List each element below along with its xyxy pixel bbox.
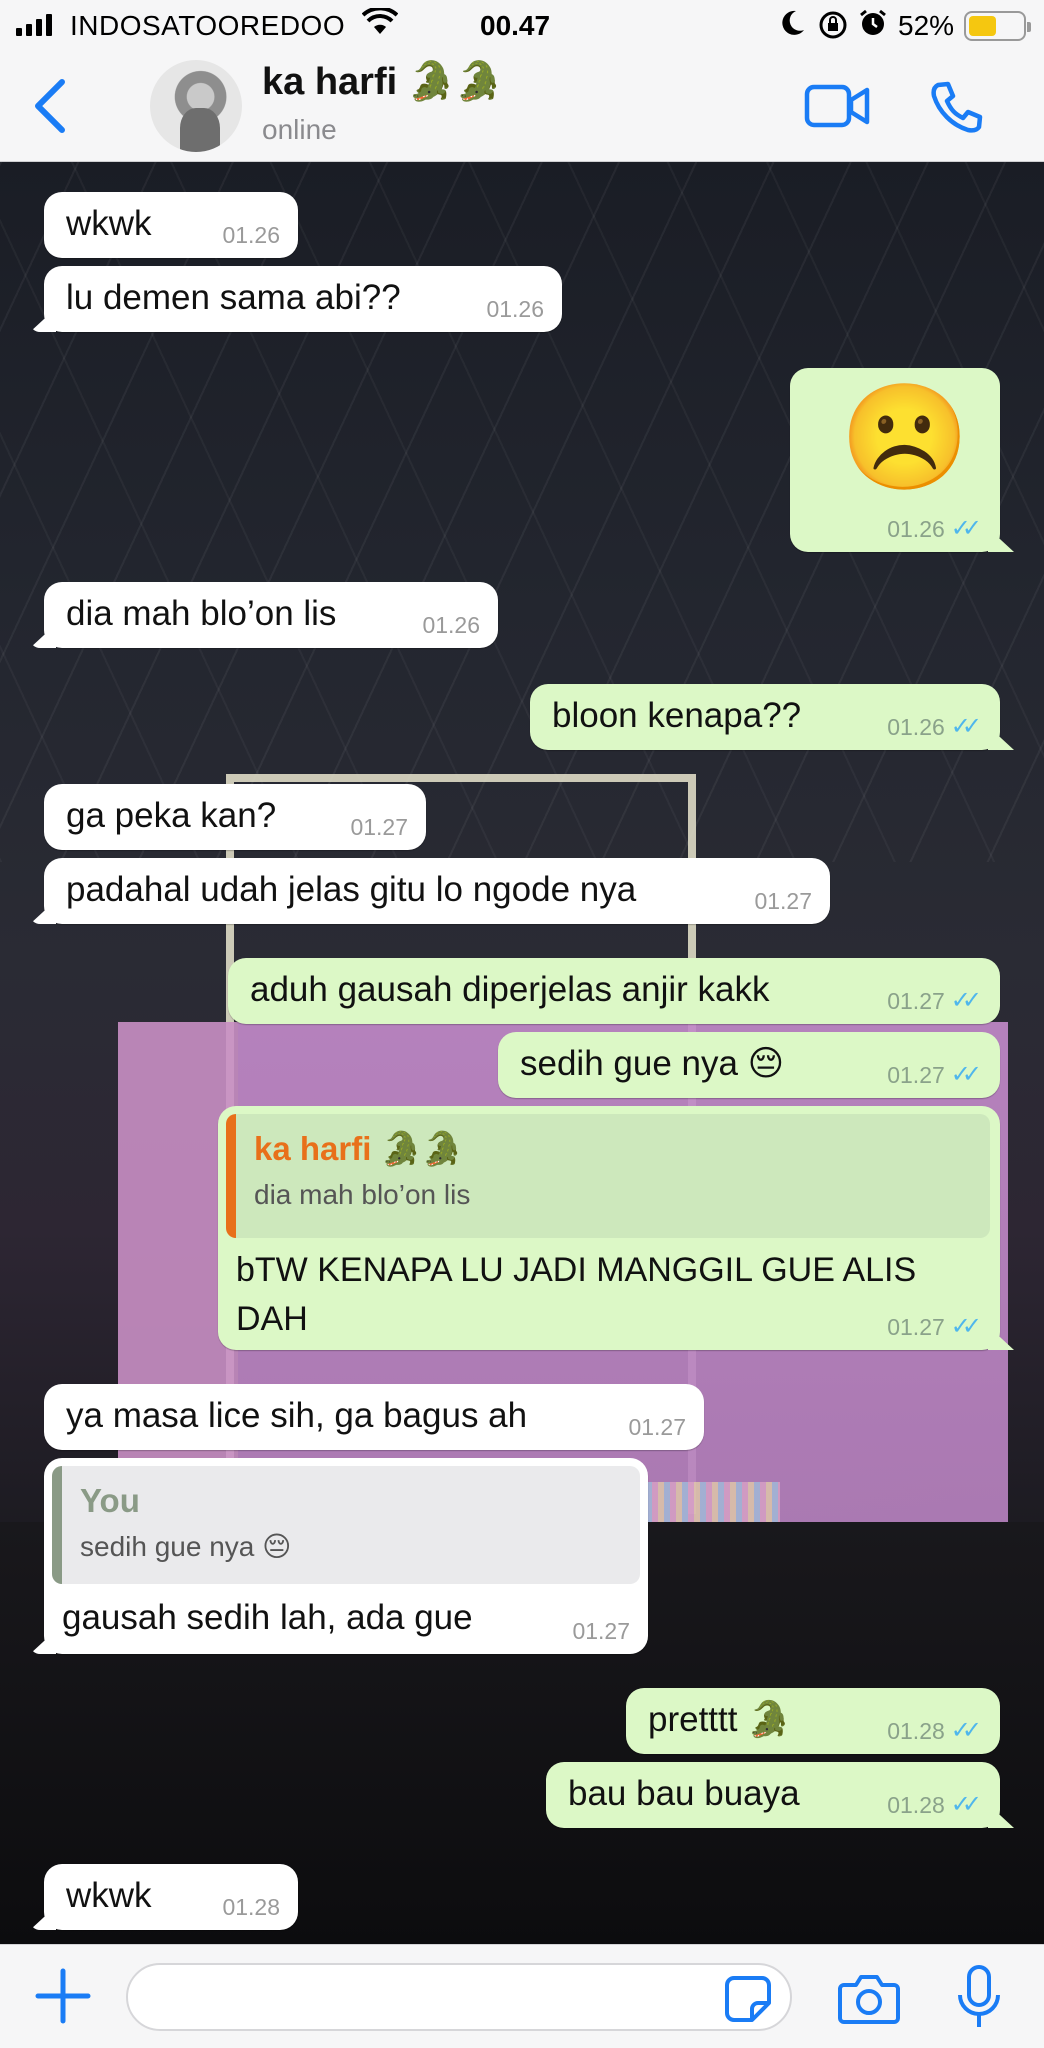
message-time: 01.28 — [222, 1894, 280, 1921]
message-time: 01.27 — [887, 987, 945, 1014]
message-meta: 01.27 ✓✓ — [887, 1060, 982, 1090]
message-time: 01.27 — [572, 1618, 630, 1645]
message-bubble-incoming-reply[interactable]: You sedih gue nya 😔 gausah sedih lah, ad… — [44, 1458, 648, 1654]
message-bubble-incoming[interactable]: wkwk 01.28 — [44, 1864, 298, 1930]
message-bubble-outgoing[interactable]: sedih gue nya 😔 01.27 ✓✓ — [498, 1032, 1000, 1098]
read-ticks-icon: ✓✓ — [950, 515, 982, 542]
message-bubble-incoming[interactable]: ga peka kan? 01.27 — [44, 784, 426, 850]
quote-bar — [52, 1466, 62, 1584]
back-button[interactable] — [28, 78, 72, 134]
message-time: 01.26 — [887, 515, 945, 542]
avatar[interactable] — [150, 60, 242, 152]
battery-percent: 52% — [898, 10, 955, 41]
sticker-icon[interactable] — [724, 1975, 772, 2023]
carrier-name: INDOSATOOREDOO — [70, 10, 346, 41]
read-ticks-icon: ✓✓ — [950, 1061, 982, 1088]
rotation-lock-icon — [818, 10, 848, 47]
read-ticks-icon: ✓✓ — [950, 713, 982, 740]
quoted-message[interactable]: You sedih gue nya 😔 — [52, 1466, 640, 1584]
quote-bar — [226, 1114, 236, 1238]
message-time: 01.27 — [628, 1414, 686, 1441]
message-meta: 01.27 ✓✓ — [887, 1312, 982, 1342]
message-text: bloon kenapa?? — [552, 696, 802, 735]
alarm-icon — [858, 8, 888, 45]
quote-author: ka harfi 🐊🐊 — [254, 1130, 463, 1167]
message-text: bTW KENAPA LU JADI MANGGIL GUE ALIS DAH — [236, 1251, 917, 1339]
message-meta: 01.28 ✓✓ — [887, 1790, 982, 1820]
message-bubble-incoming[interactable]: ya masa lice sih, ga bagus ah 01.27 — [44, 1384, 704, 1450]
message-input[interactable] — [126, 1963, 792, 2031]
message-time: 01.27 — [887, 1061, 945, 1088]
message-text: ga peka kan? — [66, 796, 277, 835]
message-time: 01.27 — [350, 814, 408, 841]
message-text: padahal udah jelas gitu lo ngode nya — [66, 870, 637, 909]
signal-icon — [16, 14, 52, 36]
quote-text: dia mah blo’on lis — [254, 1179, 471, 1211]
message-time: 01.26 — [422, 612, 480, 639]
message-text: dia mah blo’on lis — [66, 594, 337, 633]
message-bubble-incoming[interactable]: lu demen sama abi?? 01.26 — [44, 266, 562, 332]
message-meta: 01.26 ✓✓ — [887, 712, 982, 742]
chat-header: INDOSATOOREDOO 00.47 52% ka harfi 🐊🐊 onl… — [0, 0, 1044, 162]
message-time: 01.28 — [887, 1791, 945, 1818]
message-text: sedih gue nya 😔 — [520, 1044, 785, 1083]
voice-call-button[interactable] — [930, 80, 984, 134]
contact-name[interactable]: ka harfi 🐊🐊 — [262, 60, 502, 104]
message-text: ya masa lice sih, ga bagus ah — [66, 1396, 528, 1435]
message-bubble-outgoing[interactable]: bau bau buaya 01.28 ✓✓ — [546, 1762, 1000, 1828]
message-text: gausah sedih lah, ada gue — [62, 1598, 473, 1637]
message-bubble-outgoing[interactable]: bloon kenapa?? 01.26 ✓✓ — [530, 684, 1000, 750]
message-meta: 01.28 ✓✓ — [887, 1716, 982, 1746]
message-text: aduh gausah diperjelas anjir kakk — [250, 970, 770, 1009]
message-time: 01.26 — [486, 296, 544, 323]
message-bubble-outgoing[interactable]: pretttt 🐊 01.28 ✓✓ — [626, 1688, 1000, 1754]
status-time: 00.47 — [480, 10, 551, 41]
message-bubble-incoming[interactable]: padahal udah jelas gitu lo ngode nya 01.… — [44, 858, 830, 924]
chat-area[interactable]: wkwk 01.26 lu demen sama abi?? 01.26 ☹️ … — [0, 162, 1044, 1944]
message-time: 01.27 — [754, 888, 812, 915]
message-time: 01.26 — [222, 222, 280, 249]
message-meta: 01.27 ✓✓ — [887, 986, 982, 1016]
background-photo-led — [640, 1482, 780, 1522]
plus-icon[interactable] — [30, 1963, 96, 2029]
moon-icon — [778, 8, 806, 45]
read-ticks-icon: ✓✓ — [950, 1717, 982, 1744]
message-text: bau bau buaya — [568, 1774, 800, 1813]
read-ticks-icon: ✓✓ — [950, 1313, 982, 1340]
status-bar: INDOSATOOREDOO 00.47 52% — [0, 0, 1044, 52]
message-text: pretttt 🐊 — [648, 1700, 791, 1739]
message-bubble-incoming[interactable]: dia mah blo’on lis 01.26 — [44, 582, 498, 648]
message-bubble-outgoing-reply[interactable]: ka harfi 🐊🐊 dia mah blo’on lis bTW KENAP… — [218, 1106, 1000, 1350]
message-bubble-outgoing[interactable]: ☹️ 01.26 ✓✓ — [790, 368, 1000, 552]
message-time: 01.27 — [887, 1313, 945, 1340]
message-bubble-outgoing[interactable]: aduh gausah diperjelas anjir kakk 01.27 ✓… — [228, 958, 1000, 1024]
contact-status: online — [262, 114, 337, 145]
camera-icon[interactable] — [838, 1971, 900, 2025]
battery-icon — [964, 11, 1031, 41]
read-ticks-icon: ✓✓ — [950, 987, 982, 1014]
wifi-icon — [361, 6, 399, 43]
video-call-button[interactable] — [804, 84, 870, 128]
message-time: 01.28 — [887, 1717, 945, 1744]
message-meta: 01.26 ✓✓ — [887, 514, 982, 544]
quote-author: You — [80, 1482, 140, 1519]
message-text: wkwk — [66, 1876, 152, 1915]
message-bubble-incoming[interactable]: wkwk 01.26 — [44, 192, 298, 258]
message-time: 01.26 — [887, 713, 945, 740]
message-text: lu demen sama abi?? — [66, 278, 401, 317]
message-composer — [0, 1944, 1044, 2048]
message-text: wkwk — [66, 204, 152, 243]
read-ticks-icon: ✓✓ — [950, 1791, 982, 1818]
quote-text: sedih gue nya 😔 — [80, 1531, 292, 1563]
microphone-icon[interactable] — [956, 1965, 1002, 2031]
quoted-message[interactable]: ka harfi 🐊🐊 dia mah blo’on lis — [226, 1114, 990, 1238]
message-emoji: ☹️ — [840, 380, 970, 496]
